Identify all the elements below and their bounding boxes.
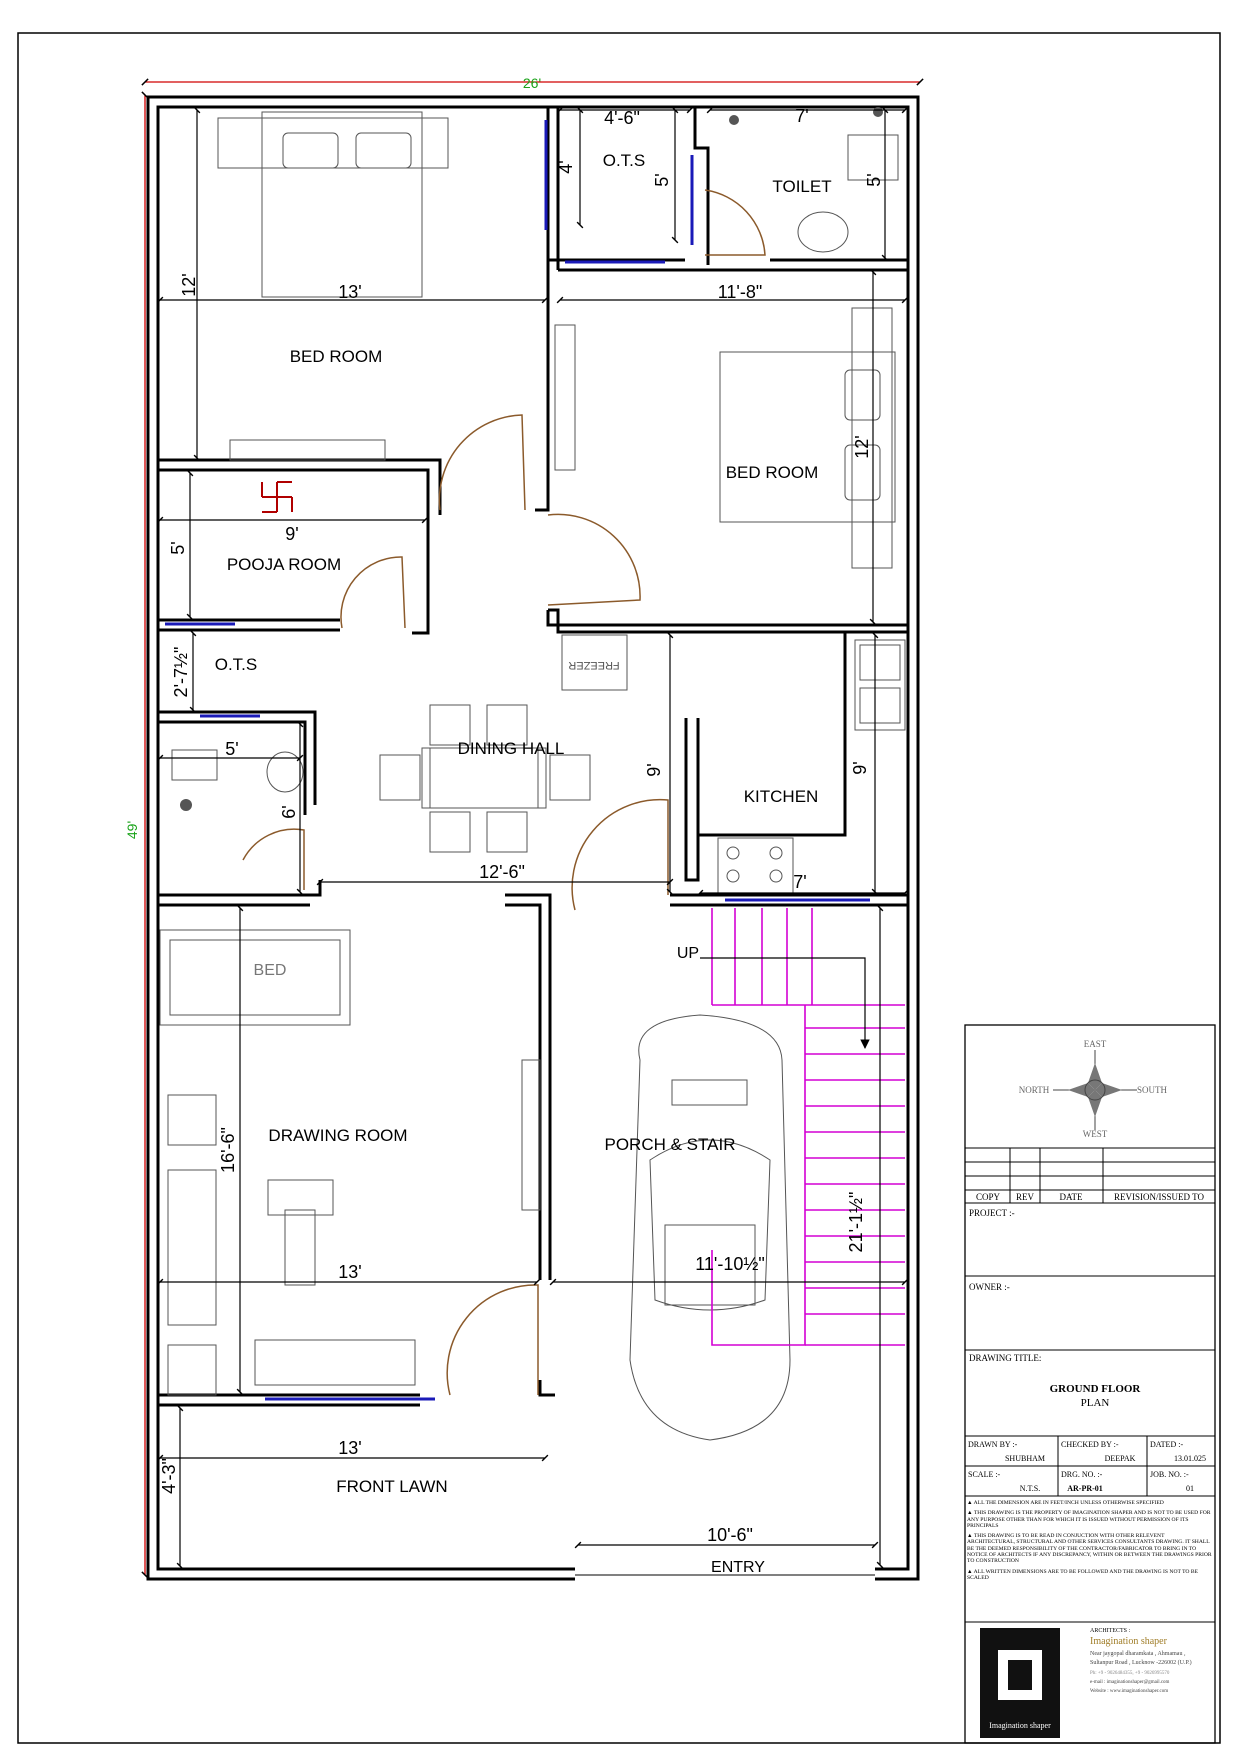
drawing-title-label: DRAWING TITLE: <box>969 1353 1041 1363</box>
dim-dining-width: 12'-6" <box>479 862 525 882</box>
dim-br2-width: 11'-8" <box>718 282 763 302</box>
dim-drawing-width: 13' <box>338 1262 361 1282</box>
dim-br1-width: 13' <box>338 282 361 302</box>
dim-lawn-depth: 4'-3" <box>159 1458 179 1494</box>
room-label-porch-stair: PORCH & STAIR <box>605 1135 736 1154</box>
dated-label: DATED :- <box>1150 1440 1183 1449</box>
compass-north: NORTH <box>1019 1085 1050 1095</box>
stair-up-label: UP <box>677 945 699 962</box>
drg-no-value: AR-PR-01 <box>1067 1484 1103 1493</box>
dated-value: 13.01.025 <box>1174 1454 1206 1463</box>
note-2: ▲ THIS DRAWING IS THE PROPERTY OF IMAGIN… <box>967 1510 1211 1529</box>
dim-ots1-depth: 4' <box>556 160 576 173</box>
room-label-drawing-room: DRAWING ROOM <box>268 1126 407 1145</box>
dim-br2-depth: 12' <box>852 435 872 458</box>
room-label-bed-room-1: BED ROOM <box>290 347 383 366</box>
owner-label: OWNER :- <box>969 1282 1010 1292</box>
dim-toilet2-width: 5' <box>225 739 238 759</box>
scale-value: N.T.S. <box>1020 1484 1041 1493</box>
room-label-bed-room-2: BED ROOM <box>726 463 819 482</box>
freezer-label: FREEZER <box>568 659 619 671</box>
overall-depth-label: 49' <box>124 821 140 839</box>
room-label-ots-1: O.T.S <box>603 151 646 170</box>
note-4: ▲ ALL WRITTEN DIMENSIONS ARE TO BE FOLLO… <box>967 1568 1199 1581</box>
address-line-1: Near jaygopal dharamkata , Ahmamau , <box>1090 1651 1186 1657</box>
floor-plan-drawing: 26' 49' BED ROOM O.T.S TOILET BED ROOM P… <box>17 32 1221 1744</box>
bed-furniture-label: BED <box>254 962 287 979</box>
job-no-value: 01 <box>1186 1484 1194 1493</box>
job-no-label: JOB. NO. :- <box>1150 1470 1189 1479</box>
compass-south: SOUTH <box>1137 1085 1168 1095</box>
website: Website : www.imaginationshaper.com <box>1090 1689 1168 1694</box>
checked-by-label: CHECKED BY :- <box>1061 1440 1119 1449</box>
swastika-symbol <box>261 481 293 513</box>
dim-toilet-depth: 5' <box>864 173 884 186</box>
checked-by-value: DEEPAK <box>1105 1454 1136 1463</box>
drawn-by-label: DRAWN BY :- <box>968 1440 1018 1449</box>
dim-lawn-width: 13' <box>338 1438 361 1458</box>
rev-header-rev: REV <box>1016 1192 1035 1202</box>
note-3: ▲ THIS DRAWING IS TO BE READ IN CONJUCTI… <box>967 1533 1212 1565</box>
logo-caption: Imagination shaper <box>989 1721 1051 1730</box>
phone: Ph: +9 - 9026484355, +9 - 9026995570 <box>1090 1671 1170 1676</box>
furniture <box>159 107 906 1441</box>
dim-br1-depth: 12' <box>179 273 199 296</box>
rev-header-issued: REVISION/ISSUED TO <box>1114 1192 1204 1202</box>
dim-gate-width: 10'-6" <box>707 1525 753 1545</box>
room-label-pooja-room: POOJA ROOM <box>227 555 341 574</box>
drg-no-label: DRG. NO. :- <box>1061 1470 1103 1479</box>
rev-header-date: DATE <box>1060 1192 1083 1202</box>
room-label-kitchen: KITCHEN <box>744 787 819 806</box>
rev-header-copy: COPY <box>976 1192 1001 1202</box>
room-label-dining-hall: DINING HALL <box>458 739 565 758</box>
dim-pooja-width: 9' <box>285 524 298 544</box>
drawing-title-line2: PLAN <box>1081 1397 1110 1409</box>
drawn-by-value: SHUBHAM <box>1005 1454 1045 1463</box>
notes-block: ▲ ALL THE DIMENSION ARE IN FEET/INCH UNL… <box>967 1500 1212 1581</box>
compass-east: EAST <box>1084 1039 1107 1049</box>
overall-width-label: 26' <box>523 75 541 91</box>
dim-toilet-width: 7' <box>795 106 808 126</box>
dim-porch-depth: 21'-1½" <box>846 1192 866 1253</box>
room-label-ots-2: O.T.S <box>215 655 258 674</box>
room-label-front-lawn: FRONT LAWN <box>336 1477 447 1496</box>
compass-west: WEST <box>1083 1129 1108 1139</box>
dim-porch-width: 11'-10½" <box>695 1254 765 1274</box>
dim-kitchen-depth: 9' <box>850 761 870 774</box>
compass-icon <box>1053 1050 1137 1130</box>
dim-pooja-depth: 5' <box>168 541 188 554</box>
firm-name: Imagination shaper <box>1090 1636 1168 1647</box>
address-line-2: Sultanpur Road , Lucknow -226002 (U.P.) <box>1090 1659 1192 1666</box>
architect-block: Imagination shaper ARCHITECTS : Imaginat… <box>965 1621 1215 1738</box>
interior-walls <box>158 107 908 1582</box>
architects-label: ARCHITECTS : <box>1090 1628 1131 1634</box>
dim-dining-depth: 9' <box>644 763 664 776</box>
drawing-title-line1: GROUND FLOOR <box>1050 1383 1142 1395</box>
email: e-mail : imaginationshaper@gmail.com <box>1090 1680 1170 1685</box>
dim-toilet2-depth: 6' <box>279 805 299 818</box>
dim-kitchen-width: 7' <box>793 872 806 892</box>
project-label: PROJECT :- <box>969 1208 1015 1218</box>
dim-ots1-depth-b: 5' <box>652 173 672 186</box>
dim-ots1-width: 4'-6" <box>604 108 640 128</box>
stair <box>700 908 905 1346</box>
dim-drawing-depth: 16'-6" <box>218 1127 238 1173</box>
entry-label: ENTRY <box>711 1559 765 1576</box>
room-label-toilet: TOILET <box>772 177 831 196</box>
note-1: ▲ ALL THE DIMENSION ARE IN FEET/INCH UNL… <box>967 1500 1164 1506</box>
scale-label: SCALE :- <box>968 1470 1001 1479</box>
dim-ots2-depth: 2'-7½" <box>171 647 191 698</box>
